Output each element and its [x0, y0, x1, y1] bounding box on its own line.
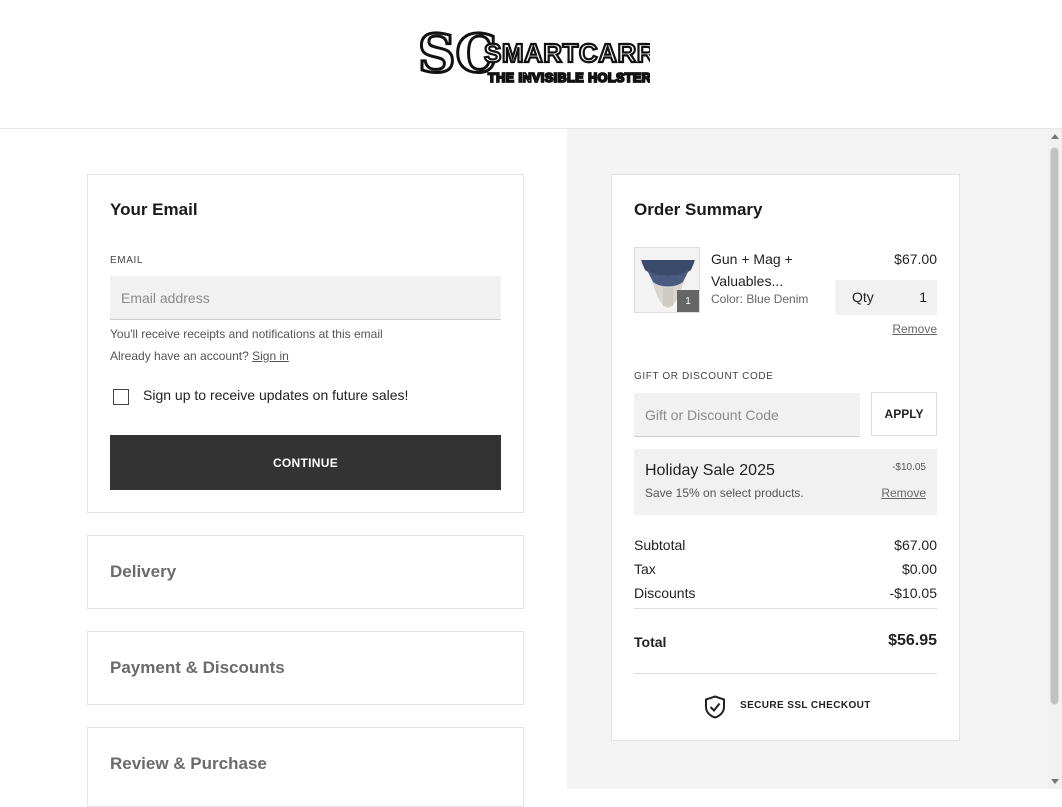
email-field-label: EMAIL: [110, 255, 144, 266]
account-prompt-text: Already have an account?: [110, 349, 249, 363]
total-value: $56.95: [888, 632, 937, 649]
totals-divider: [634, 608, 937, 609]
scrollbar-thumb[interactable]: [1050, 147, 1059, 705]
secure-checkout-badge: SECURE SSL CHECKOUT: [704, 695, 884, 719]
subtotal-label: Subtotal: [634, 537, 686, 553]
product-name: Gun + Mag + Valuables...: [711, 251, 793, 289]
scroll-down-arrow-icon[interactable]: [1051, 779, 1059, 784]
step-delivery[interactable]: Delivery: [87, 535, 524, 609]
quantity-badge: 1: [677, 290, 699, 312]
order-summary-title: Order Summary: [634, 200, 763, 219]
remove-promo-link[interactable]: Remove: [881, 486, 926, 500]
shield-check-icon: [705, 695, 725, 719]
email-helper-text: You'll receive receipts and notification…: [110, 327, 383, 341]
smartcarry-logo[interactable]: SC SMARTCARRY THE INVISIBLE HOLSTER: [416, 24, 651, 102]
product-thumbnail: 1: [634, 247, 700, 313]
quantity-value[interactable]: 1: [919, 289, 927, 305]
newsletter-checkbox[interactable]: [113, 389, 129, 405]
discounts-value: -$10.05: [889, 585, 937, 601]
newsletter-label[interactable]: Sign up to receive updates on future sal…: [143, 387, 408, 403]
step-payment[interactable]: Payment & Discounts: [87, 631, 524, 705]
account-prompt: Already have an account? Sign in: [110, 349, 289, 363]
email-input[interactable]: [110, 276, 501, 320]
site-header: SC SMARTCARRY THE INVISIBLE HOLSTER: [0, 0, 1062, 129]
secure-divider: [634, 673, 937, 674]
tax-row: Tax $0.00: [634, 561, 937, 577]
svg-text:THE INVISIBLE HOLSTER: THE INVISIBLE HOLSTER: [488, 71, 650, 85]
step-delivery-title: Delivery: [110, 562, 177, 581]
sign-in-link[interactable]: Sign in: [252, 349, 289, 363]
product-price: $67.00: [894, 251, 937, 267]
remove-item-link[interactable]: Remove: [892, 322, 937, 336]
total-label: Total: [634, 634, 667, 650]
discounts-label: Discounts: [634, 585, 696, 601]
svg-text:SMARTCARRY: SMARTCARRY: [484, 38, 650, 68]
secure-checkout-label: SECURE SSL CHECKOUT: [740, 700, 871, 711]
applied-promo: Holiday Sale 2025 Save 15% on select pro…: [634, 449, 937, 515]
step-payment-title: Payment & Discounts: [110, 658, 285, 677]
order-summary: Order Summary 1 Gun + Mag + Valuables...…: [611, 174, 960, 741]
discounts-row: Discounts -$10.05: [634, 585, 937, 601]
promo-name: Holiday Sale 2025: [645, 462, 775, 479]
subtotal-value: $67.00: [894, 537, 937, 553]
page-scrollbar[interactable]: [1048, 129, 1062, 789]
email-section-title: Your Email: [110, 200, 198, 219]
quantity-label: Qty: [852, 289, 874, 305]
promo-amount: -$10.05: [892, 462, 926, 473]
quantity-selector[interactable]: Qty 1: [835, 280, 937, 315]
apply-button[interactable]: APPLY: [871, 392, 937, 436]
discount-code-input[interactable]: [634, 393, 860, 437]
tax-label: Tax: [634, 561, 656, 577]
tax-value: $0.00: [901, 561, 937, 577]
promo-description: Save 15% on select products.: [645, 486, 804, 500]
scroll-up-arrow-icon[interactable]: [1051, 134, 1059, 139]
continue-button[interactable]: CONTINUE: [110, 435, 501, 490]
email-section: Your Email EMAIL You'll receive receipts…: [87, 174, 524, 513]
subtotal-row: Subtotal $67.00: [634, 537, 937, 553]
discount-code-label: GIFT OR DISCOUNT CODE: [634, 371, 774, 382]
product-color: Color: Blue Denim: [711, 292, 809, 306]
step-review[interactable]: Review & Purchase: [87, 727, 524, 807]
step-review-title: Review & Purchase: [110, 754, 267, 773]
